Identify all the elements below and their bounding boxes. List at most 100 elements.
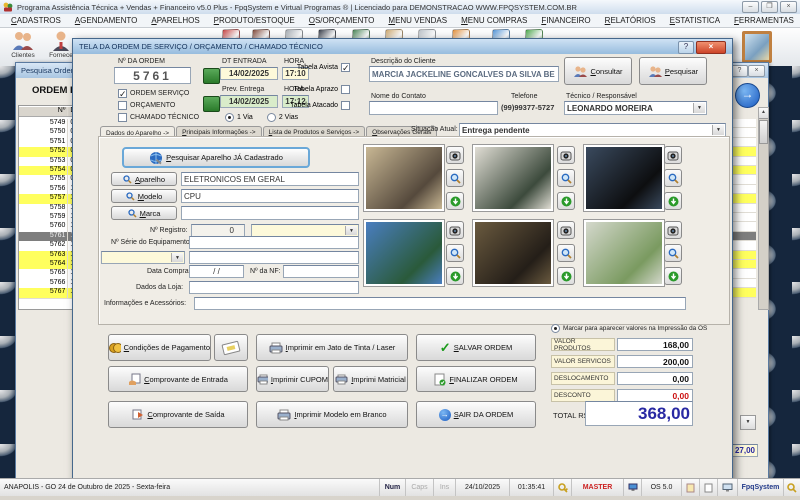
tabela-option-1[interactable]: Tabela Aprazo (278, 85, 350, 94)
technician-dropdown[interactable]: LEONARDO MOREIRA ▼ (564, 101, 707, 115)
dialog-titlebar[interactable]: TELA DA ORDEM DE SERVIÇO / ORÇAMENTO / C… (73, 39, 732, 54)
accessories-field[interactable] (194, 297, 686, 310)
extra-field[interactable] (189, 251, 359, 264)
finalize-order-button[interactable]: FINALIZAR ORDEM (416, 366, 536, 392)
tabela-option-2[interactable]: Tabela Atacado (278, 101, 350, 110)
search-device-button[interactable]: Pesquisar Aparelho JÁ Cadastrado (122, 147, 310, 168)
zoom-icon[interactable] (664, 244, 682, 262)
zoom-icon[interactable] (446, 244, 464, 262)
order-number-field[interactable]: 5761 (114, 67, 191, 84)
via-option[interactable]: 1 Via (225, 113, 253, 122)
menu-item-produto-estoque[interactable]: PRODUTO/ESTOQUE (207, 16, 302, 25)
calendar-entry-button[interactable] (203, 68, 220, 84)
close-button[interactable]: × (780, 1, 797, 13)
zoom-icon[interactable] (557, 244, 575, 262)
download-icon[interactable] (446, 267, 464, 285)
status-dropdown[interactable]: Entrega pendente ▼ (459, 123, 726, 137)
dvd-player-repair-photo[interactable] (473, 145, 553, 211)
money-note-button[interactable] (214, 334, 248, 361)
tabela-option-0[interactable]: Tabela Avista✓ (278, 63, 350, 72)
menu-item-aparelhos[interactable]: APARELHOS (144, 16, 206, 25)
calendar-delivery-button[interactable] (203, 96, 220, 112)
marca-field[interactable] (181, 206, 359, 220)
menu-item-menu-compras[interactable]: MENU COMPRAS (454, 16, 534, 25)
exit-receipt-button[interactable]: Comprovante de Saída (108, 401, 248, 428)
motherboard-photo[interactable] (364, 220, 444, 286)
webcam-icon[interactable] (557, 221, 575, 239)
page-icon[interactable] (682, 479, 700, 496)
zoom-icon[interactable] (557, 169, 575, 187)
webcam-icon[interactable] (664, 146, 682, 164)
entry-date-field[interactable]: 14/02/2025 (220, 67, 278, 80)
print-inkjet-button[interactable]: Imprimir em Jato de Tinta / Laser (256, 334, 408, 361)
dialog-close-button[interactable]: × (696, 41, 726, 54)
store-field[interactable] (189, 281, 359, 294)
toolbar-clients-button[interactable]: Clientes (5, 29, 41, 65)
print-blank-button[interactable]: Imprimir Modelo em Branco (256, 401, 408, 428)
webcam-icon[interactable] (446, 146, 464, 164)
menu-item-estatistica[interactable]: ESTATISTICA (663, 16, 727, 25)
print-coupon-button[interactable]: Imprimir CUPOM (256, 366, 329, 392)
scrollbar-thumb[interactable] (759, 120, 768, 144)
webcam-icon[interactable] (664, 221, 682, 239)
marca-button[interactable]: Marca (111, 206, 177, 220)
search-window-restore-button[interactable]: ? (731, 65, 748, 77)
restore-button[interactable]: ❐ (761, 1, 778, 13)
menu-item-os-or-amento[interactable]: OS/ORÇAMENTO (302, 16, 382, 25)
aparelho-button[interactable]: Aparelho (111, 172, 177, 186)
menu-item-menu-vendas[interactable]: MENU VENDAS (381, 16, 454, 25)
scrollbar-up-arrow[interactable]: ▲ (759, 108, 768, 119)
invoice-field[interactable] (283, 265, 359, 278)
extra-combo[interactable]: ▼ (101, 251, 185, 264)
serial-field[interactable] (189, 236, 359, 249)
modelo-field[interactable]: CPU (181, 189, 359, 203)
download-icon[interactable] (557, 267, 575, 285)
minimize-button[interactable]: – (742, 1, 759, 13)
power-boards-photo[interactable] (584, 220, 664, 286)
order-type-0[interactable]: ✓ORDEM SERVIÇO (118, 89, 189, 98)
order-type-2[interactable]: CHAMADO TÉCNICO (118, 113, 199, 122)
payment-terms-button[interactable]: Condições de Pagamento (108, 334, 211, 361)
delivery-date-field[interactable]: 14/02/2025 (220, 95, 278, 108)
aparelho-field[interactable]: ELETRONICOS EM GERAL (181, 172, 359, 186)
download-icon[interactable] (446, 192, 464, 210)
bottom-combo-arrow[interactable]: ▼ (740, 415, 756, 430)
display-icon[interactable] (718, 479, 738, 496)
dialog-help-button[interactable]: ? (678, 41, 694, 54)
search-client-button[interactable]: Pesquisar (639, 57, 707, 85)
menu-item-financeiro[interactable]: FINANCEIRO (534, 16, 597, 25)
consult-client-button[interactable]: Consultar (564, 57, 632, 85)
print-values-option[interactable]: Marcar para aparecer valores na Impressã… (551, 324, 707, 333)
black-pc-case-photo[interactable] (584, 145, 664, 211)
zoom-icon[interactable] (664, 169, 682, 187)
zoom-icon[interactable] (446, 169, 464, 187)
download-icon[interactable] (664, 267, 682, 285)
menu-item-relat-rios[interactable]: RELATÓRIOS (598, 16, 663, 25)
search-window-close-button[interactable]: × (748, 65, 765, 77)
menu-item-agendamento[interactable]: AGENDAMENTO (68, 16, 145, 25)
open-pc-case-photo[interactable] (364, 145, 444, 211)
menu-item-ferramentas[interactable]: FERRAMENTAS (727, 16, 800, 25)
webcam-icon[interactable] (557, 146, 575, 164)
cpu-cooler-photo[interactable] (473, 220, 553, 286)
save-order-button[interactable]: ✓ SALVAR ORDEM (416, 334, 536, 361)
order-type-1[interactable]: ORÇAMENTO (118, 101, 175, 110)
exit-order-button[interactable]: → SAIR DA ORDEM (416, 401, 536, 428)
chevron-down-icon[interactable]: ▼ (712, 125, 724, 135)
webcam-icon[interactable] (446, 221, 464, 239)
via-option[interactable]: 2 Vias (267, 113, 298, 122)
contact-field[interactable] (369, 101, 498, 115)
search-exit-button[interactable]: → (735, 83, 760, 108)
print-matrix-button[interactable]: Imprimi Matricial (333, 366, 408, 392)
purchase-date-field[interactable]: / / (189, 265, 244, 278)
orders-scrollbar[interactable]: ▲ (758, 107, 769, 310)
page-icon[interactable] (700, 479, 718, 496)
chevron-down-icon[interactable]: ▼ (693, 103, 705, 113)
menu-item-cadastros[interactable]: CADASTROS (4, 16, 68, 25)
chevron-down-icon[interactable]: ▼ (345, 226, 357, 235)
chevron-down-icon[interactable]: ▼ (171, 253, 183, 262)
download-icon[interactable] (664, 192, 682, 210)
modelo-button[interactable]: Modelo (111, 189, 177, 203)
entry-receipt-button[interactable]: Comprovante de Entrada (108, 366, 248, 392)
download-icon[interactable] (557, 192, 575, 210)
